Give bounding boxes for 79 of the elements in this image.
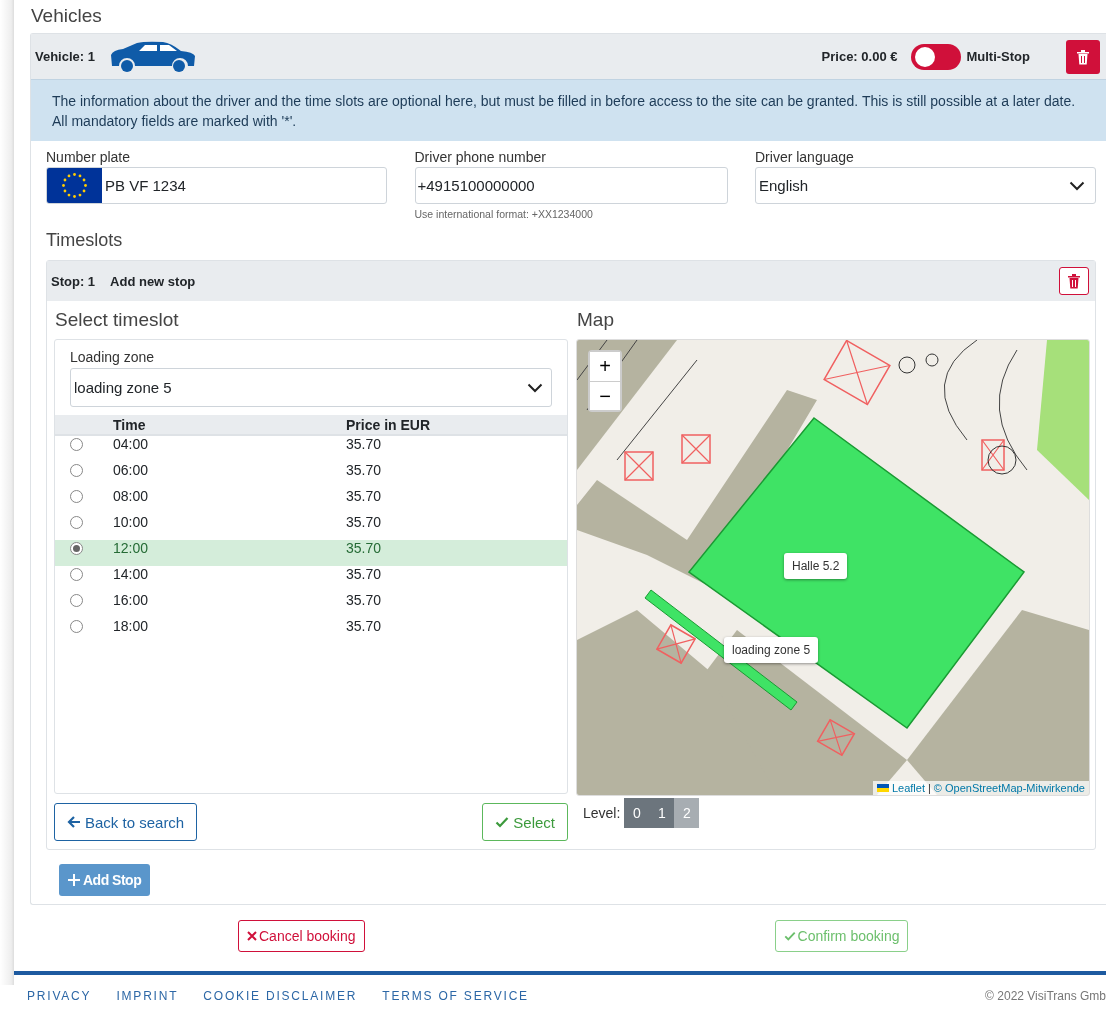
price-label: Price: 0.00 € [821, 49, 898, 64]
flag-icon [876, 784, 889, 792]
price-cell: 35.70 [346, 436, 382, 452]
attribution-separator: | [927, 782, 931, 794]
footer-link[interactable]: IMPRINT [116, 989, 179, 1003]
price-cell: 35.70 [346, 514, 382, 530]
number-plate-field[interactable]: PB VF 1234 [46, 167, 387, 204]
time-cell: 04:00 [113, 436, 149, 452]
close-icon [247, 931, 257, 941]
level-button[interactable]: 1 [649, 798, 675, 828]
multi-stop-label: Multi-Stop [966, 49, 1030, 64]
column-header: Time [113, 415, 346, 435]
radio-button[interactable] [70, 594, 83, 607]
multi-stop-toggle[interactable] [911, 43, 962, 70]
check-icon [783, 930, 796, 942]
language-dropdown[interactable]: English [755, 167, 1096, 204]
field-label: Loading zone [70, 349, 156, 365]
add-stop-button[interactable]: Add Stop [59, 864, 151, 896]
zoom-out-button[interactable]: − [590, 381, 620, 410]
map[interactable]: + − Halle 5.2 loading zone 5 Leaflet | © OpenStreetMap-Mitwirkende [576, 339, 1090, 796]
time-cell: 10:00 [113, 514, 149, 530]
level-button[interactable]: 0 [624, 798, 650, 828]
map-tooltip: loading zone 5 [724, 637, 819, 663]
field-label: Driver language [755, 149, 855, 165]
time-cell: 14:00 [113, 566, 149, 582]
chevron-down-icon [527, 382, 543, 393]
delete-vehicle-button[interactable] [1066, 39, 1100, 74]
price-cell: 35.70 [346, 618, 382, 634]
radio-button[interactable] [70, 438, 83, 451]
copyright-text: © 2022 VisiTrans Gmb [985, 989, 1106, 1003]
radio-button[interactable] [70, 620, 83, 633]
footer-link[interactable]: PRIVACY [27, 989, 92, 1003]
radio-button[interactable] [70, 464, 83, 477]
cancel-booking-button[interactable]: Cancel booking [238, 920, 365, 952]
time-cell: 06:00 [113, 462, 149, 478]
attribution-link[interactable]: © OpenStreetMap-Mitwirkende [933, 782, 1085, 794]
map-title: Map [577, 309, 615, 331]
time-cell: 18:00 [113, 618, 149, 634]
leaflet-link[interactable]: Leaflet [891, 782, 925, 794]
price-cell: 35.70 [346, 592, 382, 608]
trash-icon [1067, 273, 1081, 289]
vehicle-label: Vehicle: 1 [35, 49, 95, 64]
footer-link[interactable]: COOKIE DISCLAIMER [203, 989, 358, 1003]
car-icon [109, 40, 197, 73]
time-cell: 08:00 [113, 488, 149, 504]
time-cell: 12:00 [113, 540, 149, 556]
price-cell: 35.70 [346, 540, 382, 556]
field-hint: Use international format: +XX1234000 [414, 208, 594, 220]
plus-icon [68, 874, 80, 886]
price-cell: 35.70 [346, 488, 382, 504]
phone-field[interactable]: +4915100000000 [414, 167, 728, 204]
select-timeslot-title: Select timeslot [55, 309, 180, 331]
back-to-search-button[interactable]: Back to search [54, 803, 198, 841]
check-icon [495, 815, 510, 829]
add-new-stop-link[interactable]: Add new stop [110, 273, 196, 289]
price-cell: 35.70 [346, 566, 382, 582]
info-message: The information about the driver and the time slots are optional here, but must be filled in before access to the site can be granted. This is still possible at a later date. All mandatory fields are marked with '*'. [31, 79, 1106, 141]
level-label: Level: [583, 805, 621, 821]
stop-label: Stop: 1 [51, 273, 96, 289]
field-label: Driver phone number [414, 149, 547, 165]
radio-button[interactable] [70, 542, 83, 555]
time-cell: 16:00 [113, 592, 149, 608]
radio-button[interactable] [70, 490, 83, 503]
select-button[interactable]: Select [482, 803, 568, 841]
loading-zone-dropdown[interactable]: loading zone 5 [70, 368, 552, 407]
footer-link[interactable]: TERMS OF SERVICE [382, 989, 529, 1003]
section-title: Vehicles [30, 4, 103, 28]
field-label: Number plate [46, 149, 132, 165]
column-header: Price in EUR [346, 415, 567, 435]
chevron-down-icon [1069, 180, 1085, 191]
trash-icon [1076, 48, 1090, 65]
price-cell: 35.70 [346, 462, 382, 478]
eu-flag-icon [47, 168, 102, 203]
map-tooltip: Halle 5.2 [784, 553, 848, 579]
delete-stop-button[interactable] [1059, 267, 1089, 295]
radio-button[interactable] [70, 568, 83, 581]
timeslots-title: Timeslots [46, 230, 124, 251]
radio-button[interactable] [70, 516, 83, 529]
arrow-left-icon [67, 815, 81, 829]
